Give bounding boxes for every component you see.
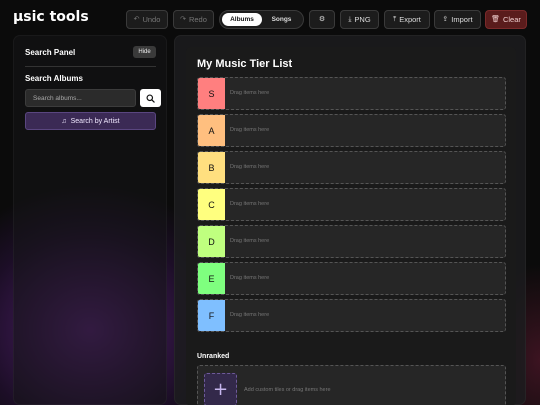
tier-row-b[interactable]: B Drag items here [197,151,506,184]
clear-label: Clear [502,15,521,24]
tier-row-e[interactable]: E Drag items here [197,262,506,295]
mode-songs-option[interactable]: Songs [262,13,301,26]
add-custom-tile-button[interactable]: + [204,373,237,405]
tier-drop-hint: Drag items here [230,238,270,244]
unranked-heading: Unranked [197,353,230,360]
undo-label: Undo [142,15,161,24]
png-button[interactable]: ⤓ PNG [340,10,379,29]
tier-row-a[interactable]: A Drag items here [197,114,506,147]
upload-icon: ⤒ [393,16,397,23]
tier-label-b[interactable]: B [198,152,225,183]
tier-label-c[interactable]: C [198,189,225,220]
hide-panel-button[interactable]: Hide [133,46,156,58]
tier-label-a[interactable]: A [198,115,225,146]
clear-button[interactable]: 🗑 Clear [485,10,527,29]
png-label: PNG [354,15,371,24]
download-icon: ⤓ [348,16,352,23]
undo-icon: ↶ [133,16,140,23]
tier-row-s[interactable]: S Drag items here [197,77,506,110]
mode-albums-option[interactable]: Albums [222,13,262,26]
tier-row-c[interactable]: C Drag items here [197,188,506,221]
export-label: Export [399,15,421,24]
tier-list-panel: My Music Tier List S Drag items here A D… [174,35,526,405]
unranked-hint: Add custom tiles or drag items here [244,387,331,393]
music-note-icon: ♫ [61,117,67,125]
top-toolbar: µsic tools ↶ Undo ↷ Redo Albums Songs ⚙ … [0,0,540,36]
trash-icon: 🗑 [491,16,500,23]
search-panel-title: Search Panel [25,48,76,57]
tier-drop-hint: Drag items here [230,164,270,170]
unranked-drop-zone[interactable]: + Add custom tiles or drag items here [197,365,506,405]
import-icon: ⇪ [442,16,449,23]
mode-toggle: Albums Songs [219,10,304,29]
undo-button[interactable]: ↶ Undo [126,10,168,29]
redo-button[interactable]: ↷ Redo [173,10,214,29]
panel-divider [25,66,156,67]
tier-label-f[interactable]: F [198,300,225,331]
tier-label-s[interactable]: S [198,78,225,109]
app-title: µsic tools [13,9,89,25]
redo-label: Redo [188,15,207,24]
tier-row-d[interactable]: D Drag items here [197,225,506,258]
settings-button[interactable]: ⚙ [309,10,335,29]
export-button[interactable]: ⤒ Export [384,10,430,29]
search-by-artist-label: Search by Artist [70,117,120,125]
tier-label-d[interactable]: D [198,226,225,257]
search-albums-heading: Search Albums [25,74,83,83]
import-label: Import [451,15,473,24]
search-icon [146,93,155,103]
tier-drop-hint: Drag items here [230,90,270,96]
search-button[interactable] [140,89,161,107]
tier-list-title: My Music Tier List [197,58,293,70]
plus-icon: + [212,379,229,400]
search-panel: Search Panel Hide Search Albums ♫ Search… [13,35,167,405]
tier-row-f[interactable]: F Drag items here [197,299,506,332]
tier-drop-hint: Drag items here [230,201,270,207]
redo-icon: ↷ [180,16,186,23]
search-by-artist-button[interactable]: ♫ Search by Artist [25,112,156,130]
search-albums-input[interactable] [25,89,136,107]
tier-label-e[interactable]: E [198,263,225,294]
tier-drop-hint: Drag items here [230,127,270,133]
tier-drop-hint: Drag items here [230,275,270,281]
import-button[interactable]: ⇪ Import [434,10,481,29]
tier-drop-hint: Drag items here [230,312,270,318]
settings-icon: ⚙ [318,16,326,23]
tier-list-card: My Music Tier List S Drag items here A D… [186,47,516,405]
